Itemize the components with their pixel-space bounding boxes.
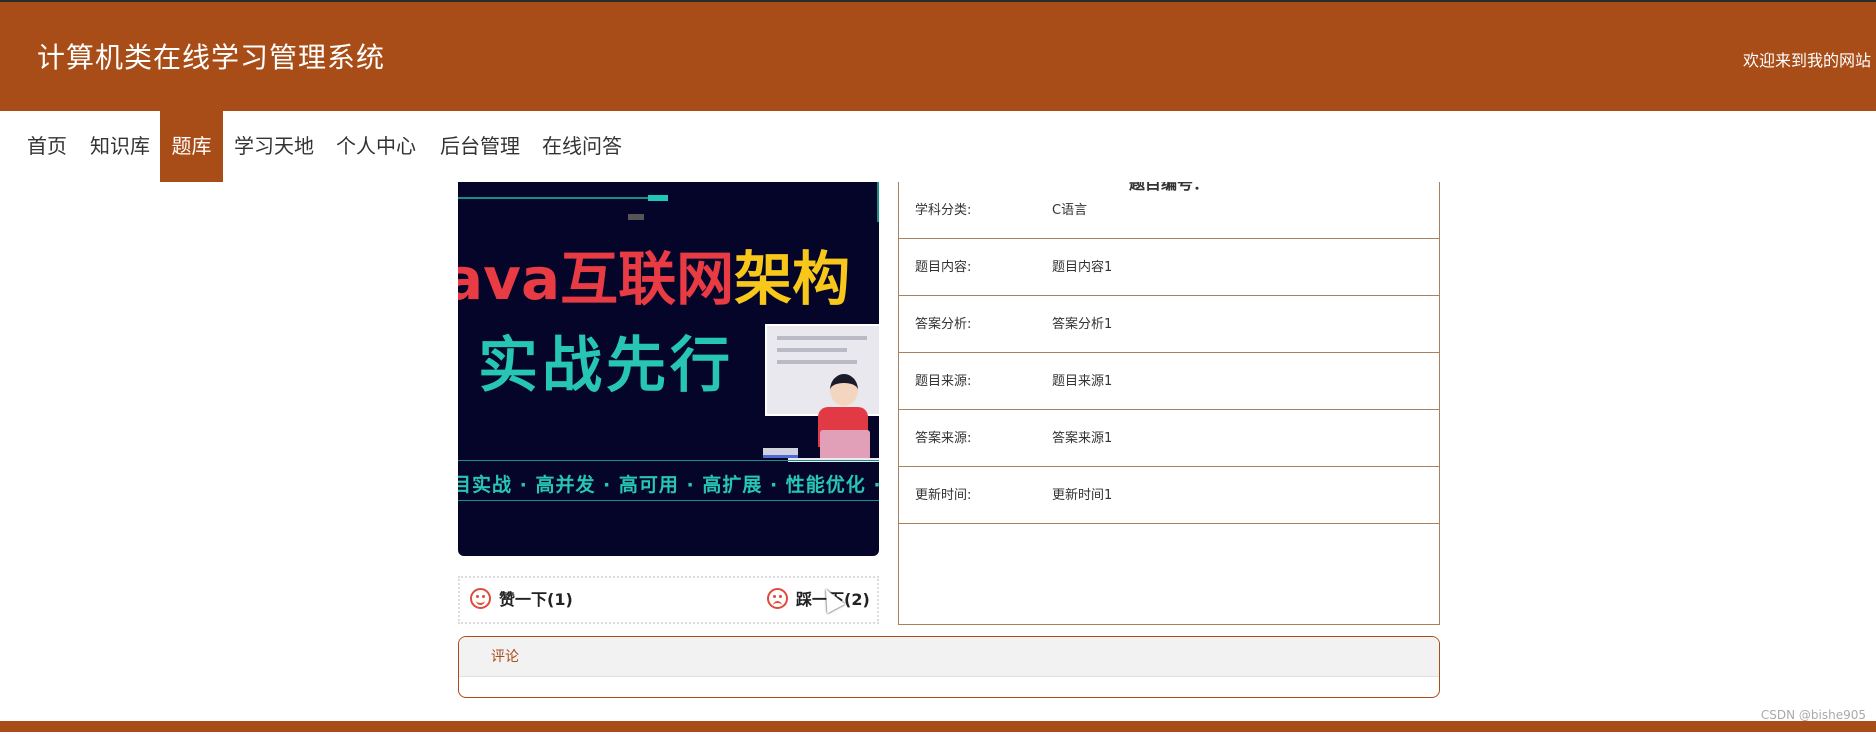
like-label: 赞一下(1) <box>499 590 573 609</box>
laptop-illustration <box>820 430 870 460</box>
comment-tab-label: 评论 <box>491 649 519 665</box>
detail-label: 更新时间: <box>915 488 972 503</box>
main-nav: 首页 知识库 题库 学习天地 个人中心 后台管理 在线问答 <box>0 111 1876 182</box>
nav-item-personal-center[interactable]: 个人中心 <box>332 111 420 182</box>
detail-row-updated: 更新时间: 更新时间1 <box>899 467 1439 524</box>
frown-icon <box>767 588 788 609</box>
detail-label: 题目内容: <box>915 260 972 275</box>
detail-label: 答案分析: <box>915 317 972 332</box>
decor-edge <box>877 182 879 222</box>
person-head-illustration <box>830 374 858 406</box>
decor-dot <box>648 195 668 201</box>
dislike-button[interactable]: 踩一下(2) <box>767 578 870 622</box>
detail-label: 学科分类: <box>915 203 972 218</box>
question-detail-panel: 题目编号： 学科分类: C语言 题目内容: 题目内容1 答案分析: 答案分析1 … <box>898 182 1440 625</box>
decor-dash <box>628 214 644 220</box>
banner-tagline: 目实战 · 高并发 · 高可用 · 高扩展 · 性能优化 · 源 <box>458 474 879 496</box>
like-button[interactable]: 赞一下(1) <box>470 578 573 622</box>
banner-headline-yellow: 架构 <box>734 245 851 313</box>
nav-item-question-bank[interactable]: 题库 <box>160 111 223 182</box>
decor-line-top <box>458 460 879 461</box>
decor-line <box>458 197 668 199</box>
detail-row-content: 题目内容: 题目内容1 <box>899 239 1439 296</box>
nav-item-qa[interactable]: 在线问答 <box>536 111 628 182</box>
comment-section: 评论 <box>458 636 1440 698</box>
question-image: ava互联网架构 实战先行 目实战 · 高并发 · 高可用 · 高扩展 · 性能… <box>458 182 879 556</box>
top-header: 计算机类在线学习管理系统 欢迎来到我的网站 <box>0 0 1876 111</box>
nav-item-home[interactable]: 首页 <box>17 111 77 182</box>
detail-label: 题目来源: <box>915 374 972 389</box>
nav-item-admin[interactable]: 后台管理 <box>434 111 526 182</box>
whiteboard-illustration <box>765 324 879 416</box>
detail-row-source: 题目来源: 题目来源1 <box>899 353 1439 410</box>
books-illustration <box>763 448 798 458</box>
banner-headline-red: ava互联网 <box>458 245 735 313</box>
detail-value: C语言 <box>1052 203 1088 218</box>
footer-bar <box>0 721 1876 732</box>
detail-value: 题目内容1 <box>1052 260 1113 275</box>
detail-value: 答案分析1 <box>1052 317 1113 332</box>
detail-value: 更新时间1 <box>1052 488 1113 503</box>
welcome-text: 欢迎来到我的网站 <box>1742 51 1871 70</box>
detail-row-answer-source: 答案来源: 答案来源1 <box>899 410 1439 467</box>
detail-value: 题目来源1 <box>1052 374 1113 389</box>
watermark: CSDN @bishe905 <box>1760 708 1866 722</box>
banner-headline: ava互联网架构 <box>458 232 850 316</box>
vote-bar: 赞一下(1) 踩一下(2) <box>458 576 879 624</box>
main-content: ava互联网架构 实战先行 目实战 · 高并发 · 高可用 · 高扩展 · 性能… <box>0 182 1876 722</box>
smile-icon <box>470 588 491 609</box>
detail-value: 答案来源1 <box>1052 431 1113 446</box>
detail-row-analysis: 答案分析: 答案分析1 <box>899 296 1439 353</box>
detail-label: 答案来源: <box>915 431 972 446</box>
comment-tab[interactable]: 评论 <box>459 637 1439 677</box>
decor-line-bottom <box>458 500 879 501</box>
nav-item-study[interactable]: 学习天地 <box>228 111 320 182</box>
site-title: 计算机类在线学习管理系统 <box>37 41 386 74</box>
banner-subheadline: 实战先行 <box>478 331 734 401</box>
detail-row-subject: 学科分类: C语言 <box>899 182 1439 239</box>
nav-item-knowledge[interactable]: 知识库 <box>85 111 155 182</box>
